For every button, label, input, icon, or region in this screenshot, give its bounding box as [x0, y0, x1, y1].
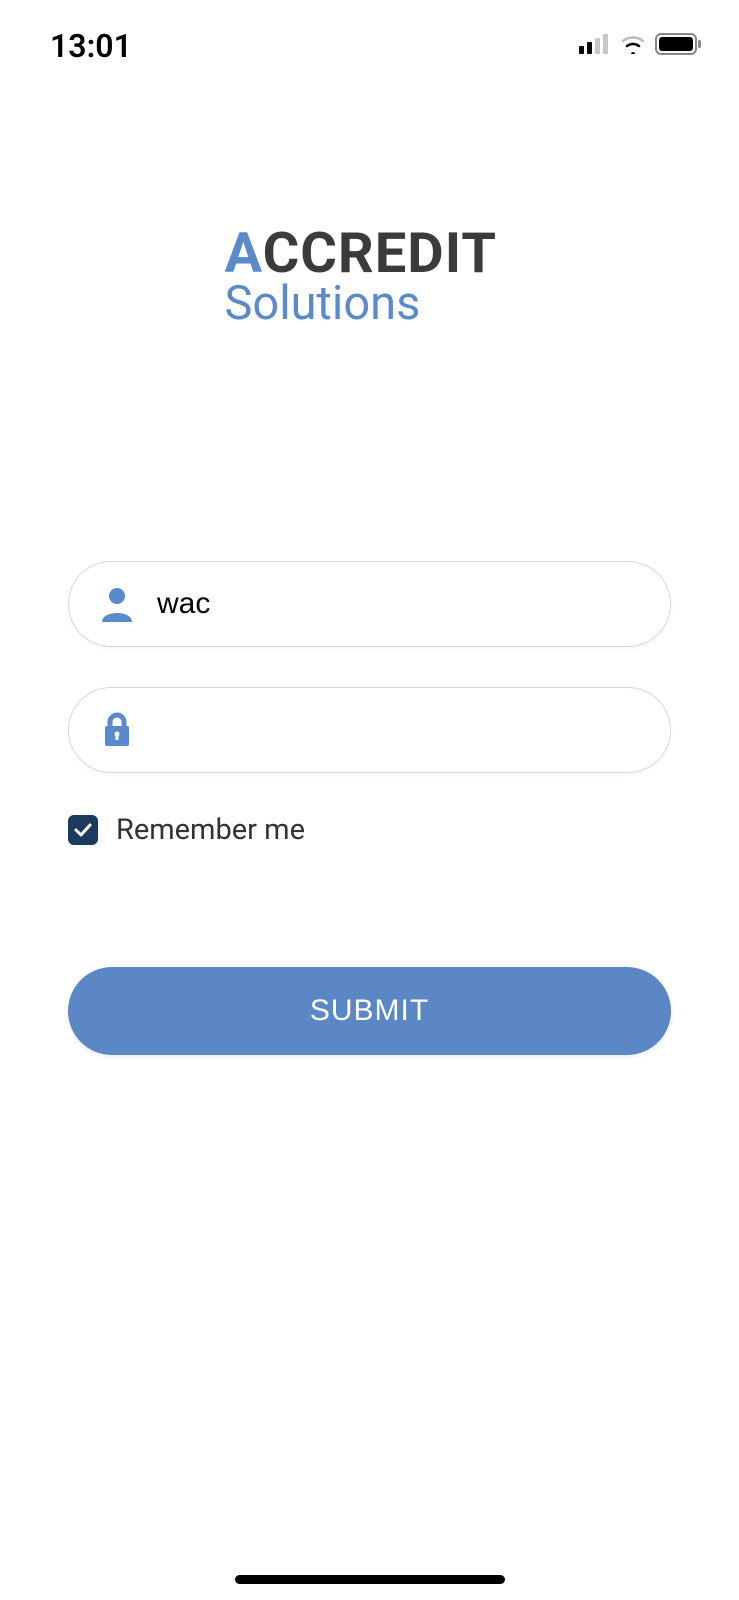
- cellular-icon: [579, 34, 611, 58]
- password-input[interactable]: [157, 713, 642, 747]
- battery-icon: [655, 33, 703, 59]
- remember-row: Remember me: [68, 813, 671, 847]
- submit-button[interactable]: SUBMIT: [68, 967, 671, 1055]
- home-indicator[interactable]: [235, 1575, 505, 1584]
- user-icon: [97, 586, 137, 622]
- remember-checkbox[interactable]: [68, 815, 98, 845]
- status-bar: 13:01: [0, 0, 739, 70]
- wifi-icon: [619, 34, 647, 58]
- logo-line2: Solutions: [225, 276, 515, 331]
- username-field[interactable]: [68, 561, 671, 647]
- check-icon: [73, 820, 93, 840]
- login-form: Remember me SUBMIT: [0, 561, 739, 1055]
- lock-icon: [97, 712, 137, 748]
- username-input[interactable]: [157, 587, 642, 621]
- status-icons: [579, 33, 703, 59]
- password-field[interactable]: [68, 687, 671, 773]
- remember-label: Remember me: [116, 813, 305, 847]
- status-time: 13:01: [50, 27, 132, 65]
- logo: ACCREDIT Solutions: [0, 220, 739, 331]
